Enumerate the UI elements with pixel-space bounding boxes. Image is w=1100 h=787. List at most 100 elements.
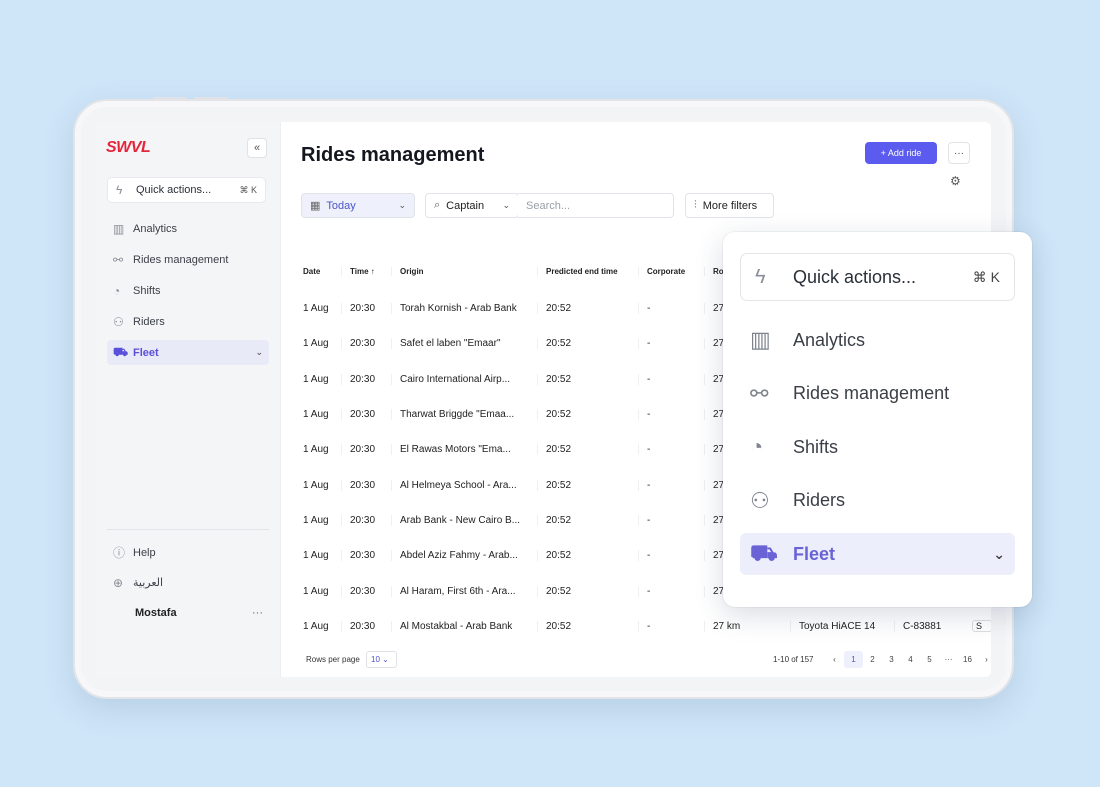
more-filters-button[interactable]: ⫶ More filters xyxy=(685,193,774,218)
table-cell-time: 20:30 xyxy=(341,585,391,597)
table-cell-date: 1 Aug xyxy=(303,514,329,526)
date-filter-value: Today xyxy=(326,199,356,212)
table-cell-origin: Torah Kornish - Arab Bank xyxy=(391,303,537,315)
table-cell-corp: - xyxy=(638,514,704,526)
table-cell-status: S xyxy=(972,620,991,633)
page-button[interactable]: 2 xyxy=(863,651,882,668)
table-cell-corp: - xyxy=(638,409,704,421)
date-filter[interactable]: ▦ Today ⌄ xyxy=(301,193,415,218)
chevron-down-icon: ⌄ xyxy=(993,545,1005,562)
sidebar: SWVL « ϟ Quick actions... ⌘ K ▥ Analytic… xyxy=(95,122,281,677)
page-button[interactable]: 16 xyxy=(958,651,977,668)
table-cell-pet: 20:52 xyxy=(537,620,638,632)
popup-item-shifts[interactable]: ◔ Shifts xyxy=(740,426,1015,468)
sidebar-item-rides-management[interactable]: ⚯ Rides management xyxy=(107,247,269,272)
sidebar-item-help[interactable]: ⓘ Help xyxy=(107,540,269,565)
quick-actions-button[interactable]: ϟ Quick actions... ⌘ K xyxy=(107,177,266,203)
table-cell-vehicle: Toyota HiACE 14 xyxy=(790,620,894,632)
prev-page-button[interactable]: ‹ xyxy=(825,651,844,668)
collapse-sidebar-button[interactable]: « xyxy=(247,138,267,158)
table-cell-pet: 20:52 xyxy=(537,444,638,456)
page-button[interactable]: 5 xyxy=(920,651,939,668)
shortcut-hint: ⌘ K xyxy=(239,184,257,195)
search-input[interactable]: Search... xyxy=(518,193,674,218)
page-button[interactable]: ··· xyxy=(939,651,958,668)
column-header[interactable]: Predicted end time xyxy=(537,266,638,276)
analytics-icon: ▥ xyxy=(750,327,771,352)
user-menu[interactable]: Mostafa ··· xyxy=(107,600,269,625)
table-cell-time: 20:30 xyxy=(341,373,391,385)
table-cell-origin: Abdel Aziz Fahmy - Arab... xyxy=(391,550,537,562)
search-icon: ⌕ xyxy=(434,199,441,211)
more-icon[interactable]: ··· xyxy=(252,607,263,619)
popup-item-fleet[interactable]: ⛟ Fleet ⌄ xyxy=(740,533,1015,575)
sidebar-item-label: Fleet xyxy=(133,346,159,359)
column-header[interactable]: Time ↑ xyxy=(341,266,391,276)
table-cell-origin: Safet el laben "Emaar" xyxy=(391,338,537,350)
popup-item-label: Shifts xyxy=(793,436,839,457)
bolt-icon: ϟ xyxy=(755,265,766,288)
sidebar-item-label: Shifts xyxy=(133,284,161,297)
sidebar-item-riders[interactable]: ⚇ Riders xyxy=(107,309,269,334)
table-cell-date: 1 Aug xyxy=(303,620,329,632)
calendar-icon: ▦ xyxy=(310,200,321,212)
table-cell-origin: Al Haram, First 6th - Ara... xyxy=(391,585,537,597)
quick-nav-popup: ϟ Quick actions... ⌘ K ▥ Analytics ⚯ Rid… xyxy=(723,232,1032,607)
popup-item-label: Fleet xyxy=(793,543,836,564)
sidebar-item-analytics[interactable]: ▥ Analytics xyxy=(107,216,269,241)
search-placeholder: Search... xyxy=(526,199,571,212)
table-cell-pet: 20:52 xyxy=(537,479,638,491)
column-header[interactable]: Corporate xyxy=(638,266,704,276)
page-button[interactable]: 4 xyxy=(901,651,920,668)
table-cell-pet: 20:52 xyxy=(537,585,638,597)
sidebar-item-label: Riders xyxy=(133,315,165,328)
table-cell-time: 20:30 xyxy=(341,303,391,315)
gear-icon[interactable]: ⚙ xyxy=(950,174,961,188)
popup-item-riders[interactable]: ⚇ Riders xyxy=(740,480,1015,522)
table-cell-pet: 20:52 xyxy=(537,303,638,315)
search-field-value: Captain xyxy=(446,199,485,212)
table-cell-pet: 20:52 xyxy=(537,373,638,385)
popup-item-label: Rides management xyxy=(793,383,950,403)
table-cell-origin: El Rawas Motors "Ema... xyxy=(391,444,537,456)
table-cell-date: 1 Aug xyxy=(303,303,329,315)
popup-item-analytics[interactable]: ▥ Analytics xyxy=(740,319,1015,361)
sidebar-item-fleet[interactable]: ⛟ Fleet ⌄ xyxy=(107,340,269,365)
rows-per-page-select[interactable]: 10 ⌄ xyxy=(366,651,397,668)
quick-actions-label: Quick actions... xyxy=(793,266,917,287)
table-cell-time: 20:30 xyxy=(341,620,391,632)
column-header[interactable]: Origin xyxy=(391,266,537,276)
bus-icon: ⛟ xyxy=(113,344,129,359)
more-options-button[interactable]: ··· xyxy=(948,142,970,164)
table-row[interactable]: 1 Aug 20:30 Al Mostakbal - Arab Bank 20:52-… xyxy=(301,609,991,644)
search-field-select[interactable]: ⌕ Captain ⌄ xyxy=(425,193,519,218)
table-cell-date: 1 Aug xyxy=(303,550,329,562)
sliders-icon: ⫶ xyxy=(694,199,697,211)
table-cell-pet: 20:52 xyxy=(537,409,638,421)
page-button[interactable]: 1 xyxy=(844,651,863,668)
table-cell-time: 20:30 xyxy=(341,444,391,456)
table-cell-date: 1 Aug xyxy=(303,338,329,350)
rows-per-page-value: 10 xyxy=(371,655,380,664)
chevron-down-icon: ⌄ xyxy=(398,200,406,210)
user-name: Mostafa xyxy=(135,606,177,619)
table-cell-origin: Al Helmeya School - Ara... xyxy=(391,479,537,491)
sidebar-item-language[interactable]: ⊕ العربية xyxy=(107,570,269,595)
popup-item-label: Riders xyxy=(793,490,846,510)
brand-logo[interactable]: SWVL xyxy=(106,139,151,157)
popup-item-label: Analytics xyxy=(793,329,866,350)
popup-nav: ▥ Analytics ⚯ Rides management ◔ Shifts … xyxy=(740,319,1015,587)
table-cell-origin: Tharwat Briggde "Emaa... xyxy=(391,409,537,421)
column-header[interactable]: Date xyxy=(301,267,341,276)
add-ride-button[interactable]: + Add ride xyxy=(865,142,937,164)
sidebar-item-shifts[interactable]: ◔ Shifts xyxy=(107,278,269,303)
quick-actions-button-large[interactable]: ϟ Quick actions... ⌘ K xyxy=(740,253,1015,301)
page-button[interactable]: 3 xyxy=(882,651,901,668)
table-cell-corp: - xyxy=(638,303,704,315)
users-icon: ⚇ xyxy=(113,314,124,329)
popup-item-rides-management[interactable]: ⚯ Rides management xyxy=(740,373,1015,415)
table-cell-corp: - xyxy=(638,585,704,597)
next-page-button[interactable]: › xyxy=(977,651,991,668)
table-cell-date: 1 Aug xyxy=(303,479,329,491)
table-footer: Rows per page 10 ⌄ 1-10 of 157 ‹ 1 2 3 4 5 ···… xyxy=(301,651,991,668)
